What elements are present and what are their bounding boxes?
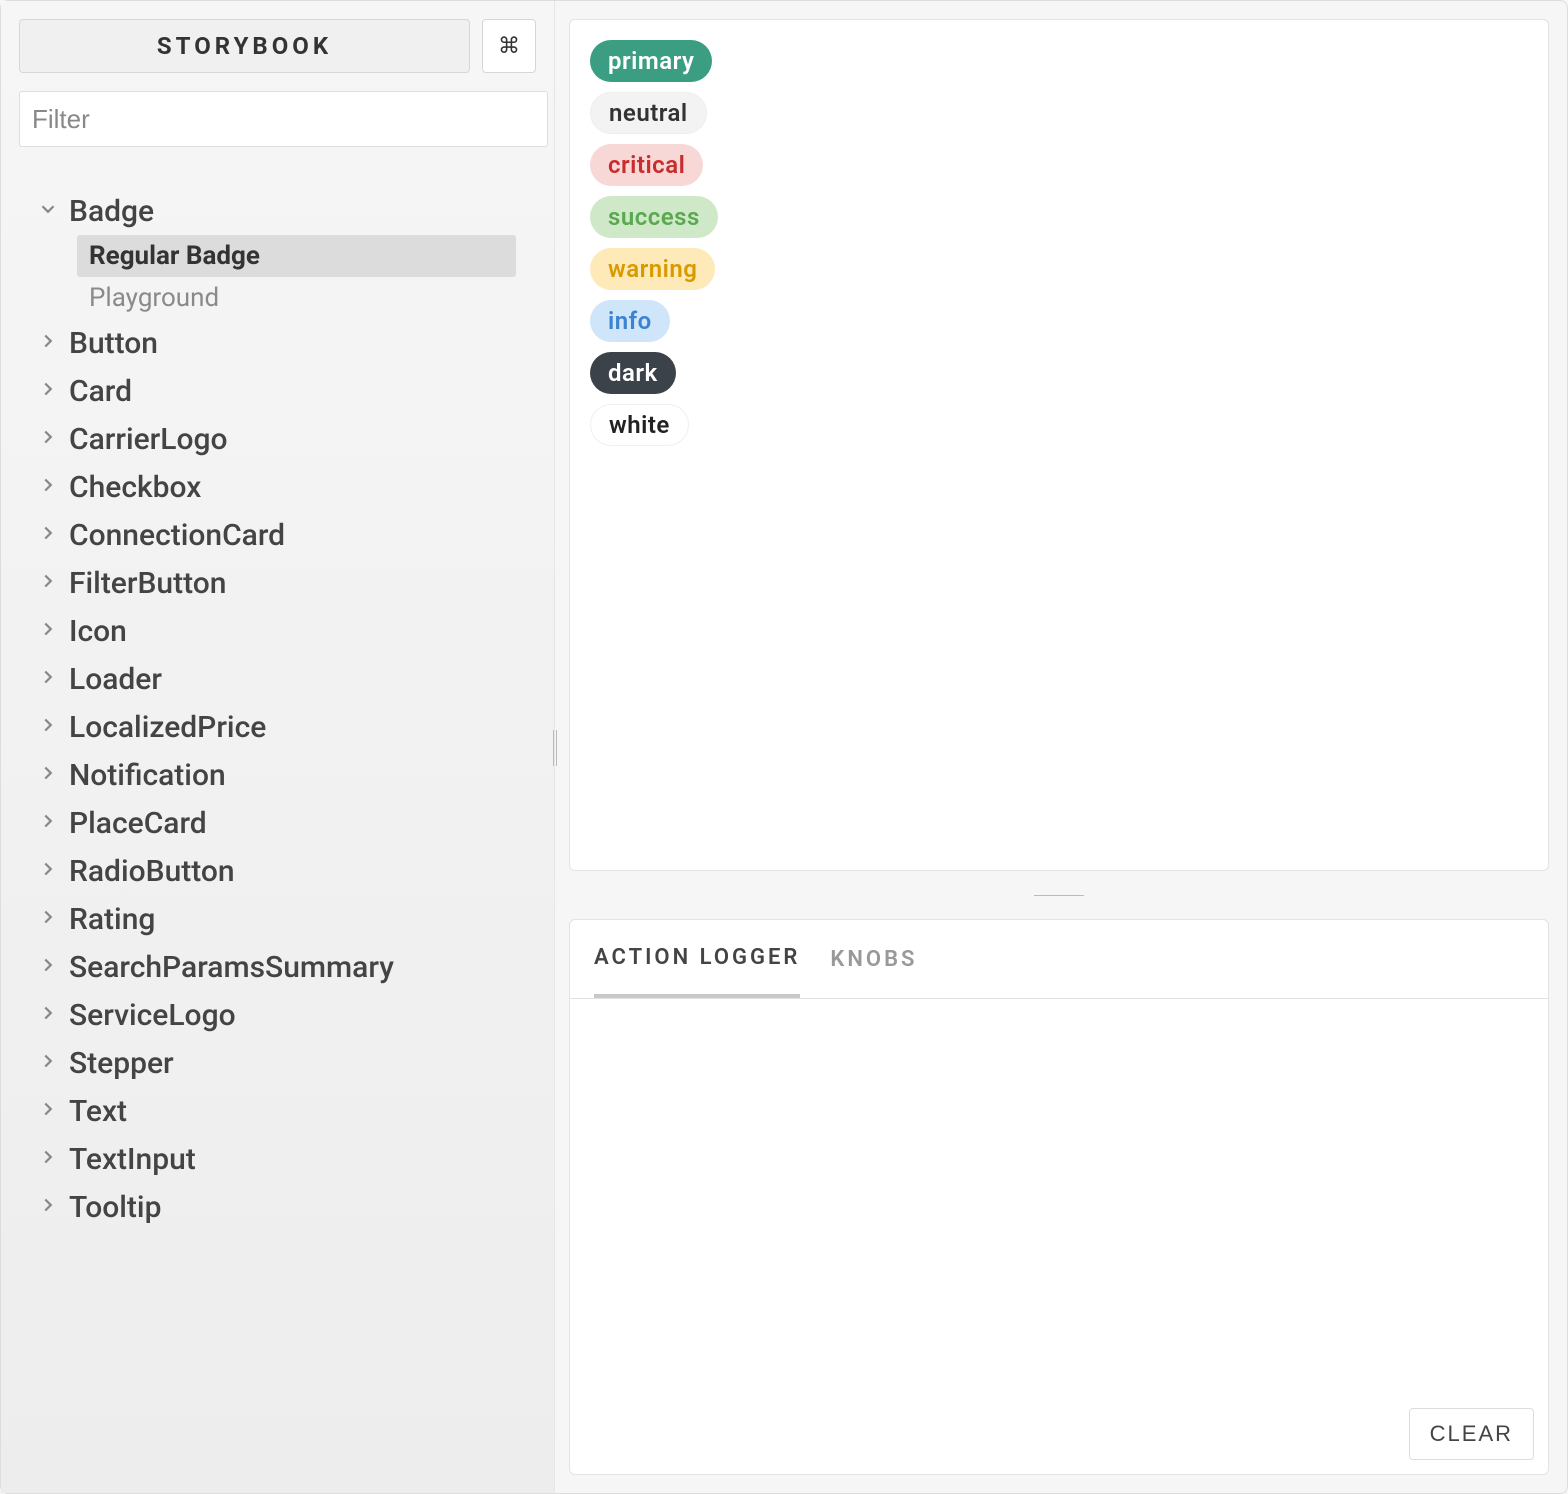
tree-label: Card <box>69 374 132 409</box>
addon-tabs: ACTION LOGGER KNOBS <box>570 920 1548 999</box>
tree-item-connectioncard[interactable]: ConnectionCard <box>37 511 536 559</box>
chevron-right-icon <box>37 330 59 356</box>
badge-primary: primary <box>590 40 712 82</box>
tree-label: RadioButton <box>69 854 235 889</box>
chevron-right-icon <box>37 570 59 596</box>
tree-label: LocalizedPrice <box>69 710 266 745</box>
tree-item-localizedprice[interactable]: LocalizedPrice <box>37 703 536 751</box>
sidebar-header: STORYBOOK ⌘ <box>19 19 536 73</box>
tree-label: Tooltip <box>69 1190 161 1225</box>
preview-panel: primary neutral critical success warning info… <box>569 19 1549 871</box>
chevron-right-icon <box>37 474 59 500</box>
brand-button[interactable]: STORYBOOK <box>19 19 470 73</box>
badge-white: white <box>590 404 689 446</box>
badge-info: info <box>590 300 670 342</box>
tree-label: ServiceLogo <box>69 998 236 1033</box>
chevron-right-icon <box>37 1146 59 1172</box>
tree-child-playground[interactable]: Playground <box>77 277 516 319</box>
tree-label: Button <box>69 326 158 361</box>
chevron-right-icon <box>37 1050 59 1076</box>
tree-label: CarrierLogo <box>69 422 228 457</box>
sidebar-resizer[interactable] <box>549 730 561 766</box>
component-tree: Badge Regular Badge Playground Button Car… <box>19 187 536 1231</box>
chevron-right-icon <box>37 714 59 740</box>
tree-item-notification[interactable]: Notification <box>37 751 536 799</box>
chevron-down-icon <box>37 198 59 224</box>
chevron-right-icon <box>37 1002 59 1028</box>
tree-item-text[interactable]: Text <box>37 1087 536 1135</box>
chevron-right-icon <box>37 1098 59 1124</box>
chevron-right-icon <box>37 954 59 980</box>
filter-input[interactable] <box>19 91 548 147</box>
tree-label: Text <box>69 1094 127 1129</box>
badge-dark: dark <box>590 352 676 394</box>
tree-item-stepper[interactable]: Stepper <box>37 1039 536 1087</box>
tree-item-icon[interactable]: Icon <box>37 607 536 655</box>
sidebar: STORYBOOK ⌘ Badge Regular Badge Playgrou… <box>1 1 555 1493</box>
tree-item-filterbutton[interactable]: FilterButton <box>37 559 536 607</box>
chevron-right-icon <box>37 522 59 548</box>
tab-action-logger[interactable]: ACTION LOGGER <box>594 920 800 998</box>
tree-item-rating[interactable]: Rating <box>37 895 536 943</box>
badge-critical: critical <box>590 144 703 186</box>
tree-item-checkbox[interactable]: Checkbox <box>37 463 536 511</box>
tree-label: ConnectionCard <box>69 518 285 553</box>
addon-panel: ACTION LOGGER KNOBS CLEAR <box>569 919 1549 1475</box>
tree-label: Rating <box>69 902 155 937</box>
chevron-right-icon <box>37 378 59 404</box>
chevron-right-icon <box>37 906 59 932</box>
tree-label: Notification <box>69 758 226 793</box>
tree-item-servicelogo[interactable]: ServiceLogo <box>37 991 536 1039</box>
horizontal-splitter[interactable] <box>569 889 1549 901</box>
addon-panel-body <box>570 999 1548 1474</box>
tree-label: Icon <box>69 614 127 649</box>
chevron-right-icon <box>37 810 59 836</box>
tree-label: Stepper <box>69 1046 174 1081</box>
tree-item-radiobutton[interactable]: RadioButton <box>37 847 536 895</box>
badge-neutral: neutral <box>590 92 707 134</box>
tree-label: TextInput <box>69 1142 196 1177</box>
command-icon: ⌘ <box>498 34 520 59</box>
tree-item-loader[interactable]: Loader <box>37 655 536 703</box>
chevron-right-icon <box>37 762 59 788</box>
tree-item-button[interactable]: Button <box>37 319 536 367</box>
main: primary neutral critical success warning info… <box>555 1 1567 1493</box>
badge-warning: warning <box>590 248 715 290</box>
tree-label: Badge <box>69 194 154 229</box>
badge-success: success <box>590 196 718 238</box>
tree-item-tooltip[interactable]: Tooltip <box>37 1183 536 1231</box>
tree-item-textinput[interactable]: TextInput <box>37 1135 536 1183</box>
tree-item-searchparamssummary[interactable]: SearchParamsSummary <box>37 943 536 991</box>
chevron-right-icon <box>37 858 59 884</box>
tree-child-regular-badge[interactable]: Regular Badge <box>77 235 516 277</box>
tree-label: SearchParamsSummary <box>69 950 394 985</box>
chevron-right-icon <box>37 426 59 452</box>
tree-item-badge[interactable]: Badge <box>37 187 536 235</box>
tree-item-carrierlogo[interactable]: CarrierLogo <box>37 415 536 463</box>
chevron-right-icon <box>37 666 59 692</box>
chevron-right-icon <box>37 1194 59 1220</box>
tree-item-placecard[interactable]: PlaceCard <box>37 799 536 847</box>
tree-item-card[interactable]: Card <box>37 367 536 415</box>
tree-children-badge: Regular Badge Playground <box>77 235 516 319</box>
tree-label: FilterButton <box>69 566 226 601</box>
tree-label: Checkbox <box>69 470 201 505</box>
clear-button[interactable]: CLEAR <box>1409 1408 1534 1460</box>
tab-knobs[interactable]: KNOBS <box>830 920 917 998</box>
chevron-right-icon <box>37 618 59 644</box>
shortcut-button[interactable]: ⌘ <box>482 19 536 73</box>
tree-label: Loader <box>69 662 162 697</box>
tree-label: PlaceCard <box>69 806 207 841</box>
